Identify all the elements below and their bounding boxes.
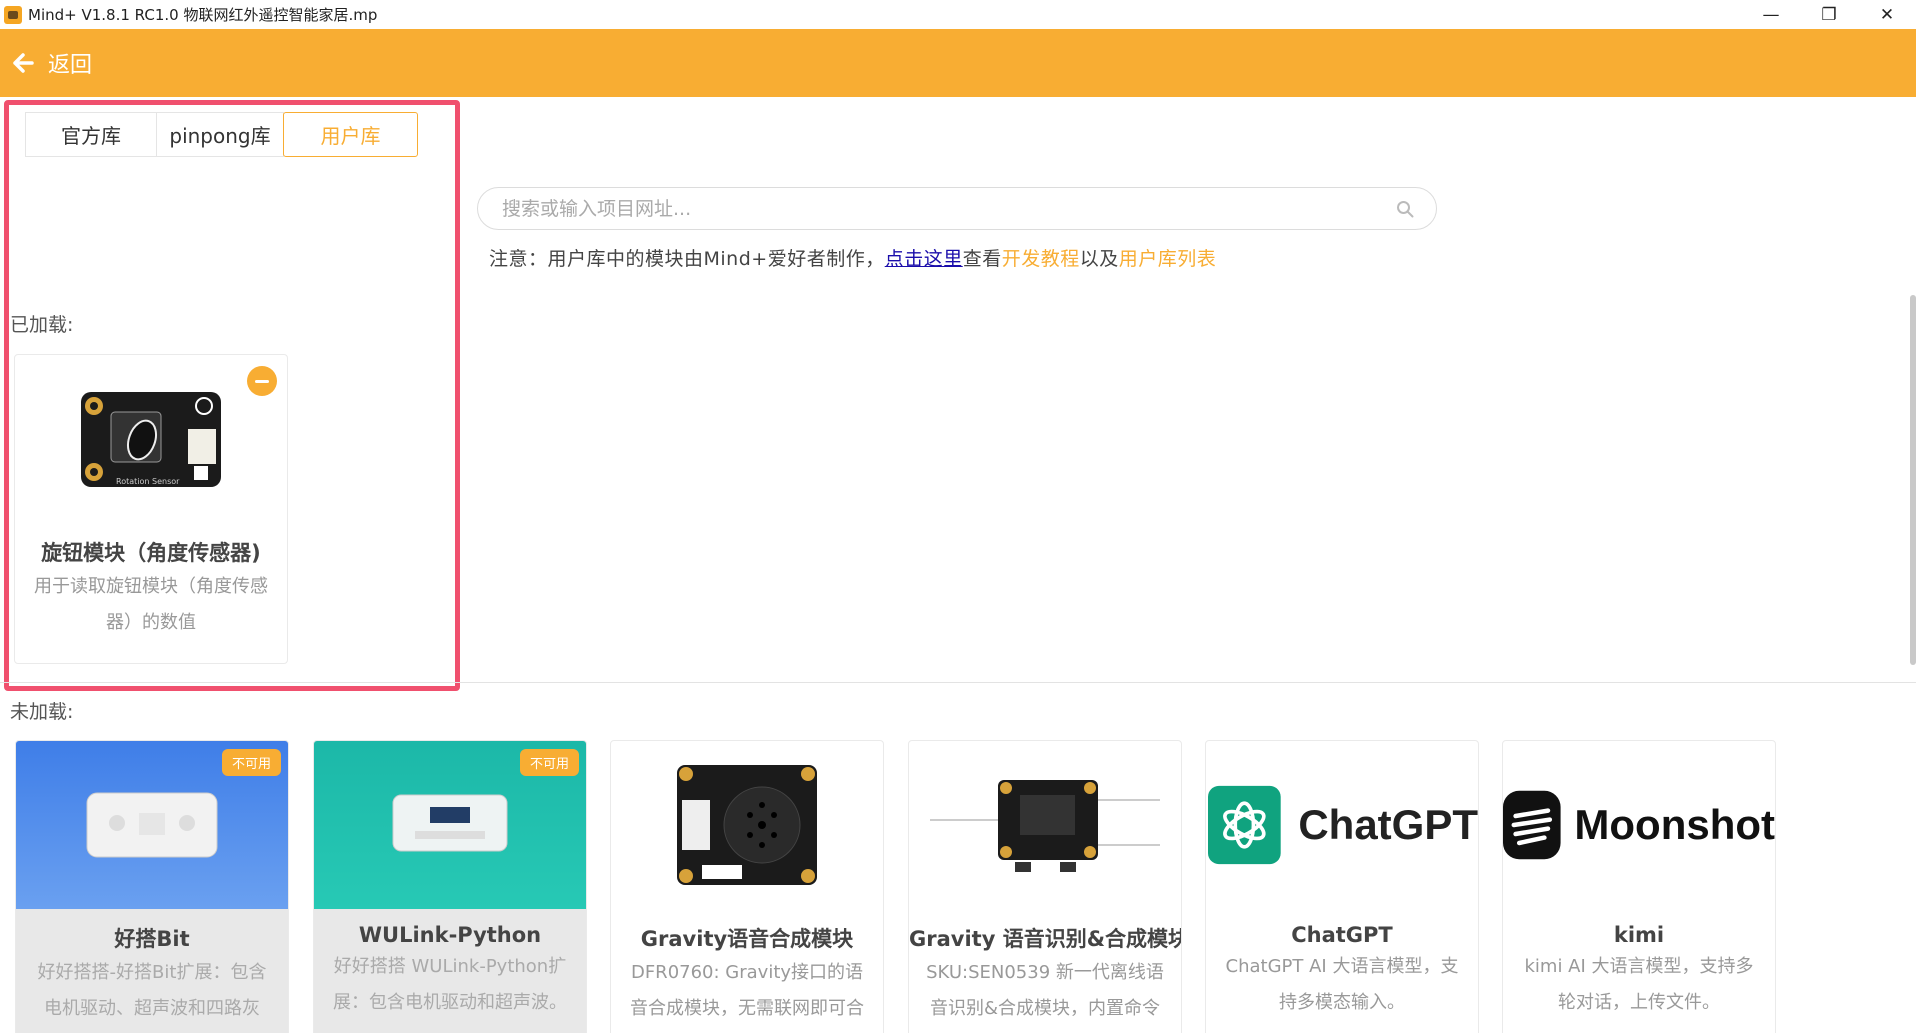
- unloaded-section-label: 未加载:: [10, 701, 74, 723]
- module-card-wulink-python[interactable]: 不可用 WULink-Python 好好搭搭 WULink-Python扩展：包…: [313, 740, 587, 1033]
- card-title: Gravity语音合成模块: [640, 927, 854, 951]
- user-library-notice: 注意：用户库中的模块由Mind+爱好者制作，点击这里查看开发教程以及用户库列表: [489, 248, 1217, 270]
- restore-button[interactable]: ❐: [1800, 0, 1858, 29]
- card-description: kimi AI 大语言模型，支持多轮对话，上传文件。: [1524, 956, 1754, 1013]
- chatgpt-logo-icon: [1208, 785, 1281, 865]
- loaded-card-rotation-sensor[interactable]: Rotation Sensor 旋钮模块（角度传感器) 用于读取旋钮模块（角度传…: [14, 354, 288, 664]
- scrollbar[interactable]: [1910, 295, 1916, 665]
- card-title: ChatGPT: [1291, 923, 1393, 947]
- loaded-section-label: 已加载:: [10, 314, 74, 336]
- search-input[interactable]: [502, 188, 1382, 229]
- chatgpt-logo-text: ChatGPT: [1298, 801, 1478, 848]
- card-title: 旋钮模块（角度传感器): [41, 541, 261, 565]
- card-description: 好好搭搭 WULink-Python扩展：包含电机驱动和超声波。: [333, 956, 567, 1013]
- tab-pinpong-library[interactable]: pinpong库: [156, 112, 284, 157]
- close-button[interactable]: ✕: [1858, 0, 1916, 29]
- search-box: [477, 187, 1437, 230]
- card-title: 好搭Bit: [114, 927, 190, 951]
- minimize-button[interactable]: —: [1742, 0, 1800, 29]
- remove-module-button[interactable]: [247, 366, 277, 396]
- speaker-module-icon: [677, 765, 817, 885]
- card-description: 用于读取旋钮模块（角度传感器）的数值: [34, 576, 268, 633]
- chatgpt-image: ChatGPT: [1206, 741, 1478, 909]
- wulink-image: 不可用: [314, 741, 586, 909]
- card-title: Gravity 语音识别&合成模块: [909, 927, 1181, 951]
- voice-recognition-module-icon: [930, 780, 1160, 872]
- user-library-list-link[interactable]: 用户库列表: [1119, 248, 1217, 270]
- back-label: 返回: [48, 53, 93, 78]
- module-card-gravity-tts[interactable]: Gravity语音合成模块 DFR0760: Gravity接口的语音合成模块，…: [610, 740, 884, 1033]
- kimi-image: Moonshot: [1503, 741, 1775, 909]
- module-card-haodabit[interactable]: 不可用 好搭Bit 好好搭搭-好搭Bit扩展：包含电机驱动、超声波和四路灰度。: [15, 740, 289, 1033]
- module-card-gravity-asr[interactable]: Gravity 语音识别&合成模块 SKU:SEN0539 新一代离线语音识别&…: [908, 740, 1182, 1033]
- wulink-board-icon: [392, 794, 508, 852]
- card-title: kimi: [1613, 923, 1665, 947]
- tab-user-library[interactable]: 用户库: [283, 112, 418, 157]
- header-bar: 返回: [0, 29, 1916, 97]
- card-title: WULink-Python: [358, 923, 542, 947]
- card-description: DFR0760: Gravity接口的语音合成模块，无需联网即可合成语: [630, 962, 864, 1019]
- svg-text:Rotation Sensor: Rotation Sensor: [116, 477, 180, 486]
- window-controls: — ❐ ✕: [1742, 0, 1916, 29]
- card-description: ChatGPT AI 大语言模型，支持多模态输入。: [1225, 956, 1459, 1013]
- rotation-sensor-image: Rotation Sensor: [15, 355, 287, 523]
- module-card-kimi[interactable]: Moonshot kimi kimi AI 大语言模型，支持多轮对话，上传文件。: [1502, 740, 1776, 1033]
- back-button[interactable]: 返回: [12, 47, 92, 79]
- gravity-asr-image: [909, 741, 1181, 909]
- haodabit-image: 不可用: [16, 741, 288, 909]
- card-description: 好好搭搭-好搭Bit扩展：包含电机驱动、超声波和四路灰度。: [37, 962, 267, 1019]
- search-icon[interactable]: [1396, 200, 1414, 218]
- tab-official-library[interactable]: 官方库: [25, 112, 156, 157]
- section-divider: [0, 682, 1916, 683]
- arrow-left-icon: [12, 52, 34, 74]
- click-here-link[interactable]: 点击这里: [885, 248, 963, 270]
- app-icon: [4, 5, 22, 24]
- gravity-tts-image: [611, 741, 883, 909]
- unavailable-badge: 不可用: [221, 749, 281, 776]
- title-bar: Mind+ V1.8.1 RC1.0 物联网红外遥控智能家居.mp — ❐ ✕: [0, 0, 1916, 29]
- unavailable-badge: 不可用: [519, 749, 579, 776]
- haodabit-board-icon: [86, 792, 218, 858]
- card-description: SKU:SEN0539 新一代离线语音识别&合成模块，内置命令词,: [926, 962, 1164, 1019]
- tutorial-link[interactable]: 开发教程: [1002, 248, 1080, 270]
- rotation-sensor-icon: Rotation Sensor: [81, 392, 221, 487]
- library-tabs: 官方库 pinpong库 用户库: [25, 112, 418, 157]
- window-title: Mind+ V1.8.1 RC1.0 物联网红外遥控智能家居.mp: [28, 6, 378, 24]
- moonshot-logo-text: Moonshot: [1574, 801, 1775, 848]
- moonshot-logo-icon: [1503, 790, 1561, 860]
- module-card-chatgpt[interactable]: ChatGPT ChatGPT ChatGPT AI 大语言模型，支持多模态输入…: [1205, 740, 1479, 1033]
